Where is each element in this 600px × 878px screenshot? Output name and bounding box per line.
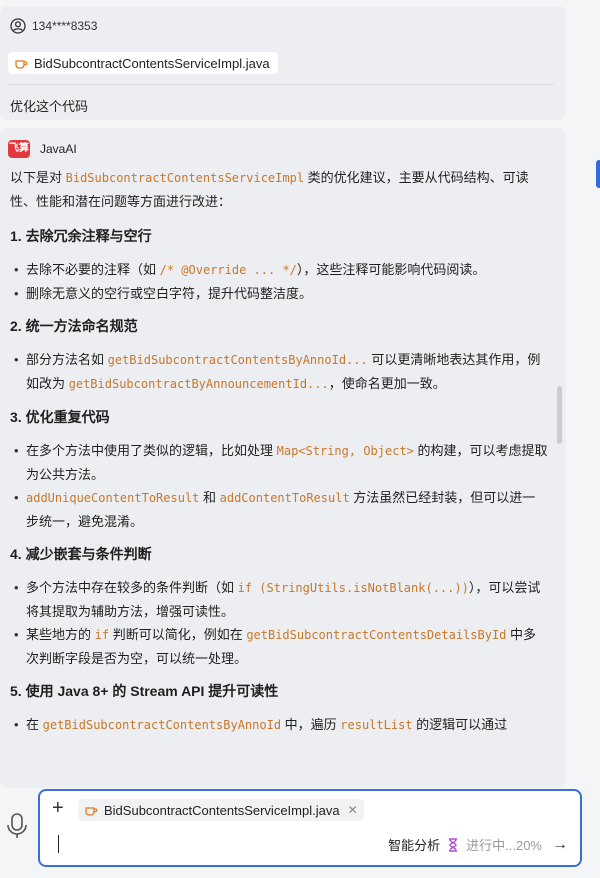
- section-list: 去除不必要的注释（如 /* @Override ... */），这些注释可能影响…: [10, 258, 548, 305]
- hourglass-icon: [449, 837, 458, 852]
- response-sections: 1. 去除冗余注释与空行去除不必要的注释（如 /* @Override ... …: [10, 225, 548, 737]
- item-text: 判断可以简化，例如在: [109, 627, 247, 642]
- microphone-icon[interactable]: [6, 813, 28, 839]
- send-arrow-icon[interactable]: →: [552, 836, 568, 854]
- inline-code: if: [94, 628, 110, 642]
- java-file-icon: [15, 60, 28, 69]
- add-attachment-icon[interactable]: +: [52, 797, 64, 820]
- user-name: 134****8353: [32, 19, 98, 33]
- user-message-card: 134****8353 BidSubcontractContentsServic…: [0, 6, 566, 120]
- section-list: 部分方法名如 getBidSubcontractContentsByAnnoId…: [10, 348, 548, 396]
- inline-code: addUniqueContentToResult: [26, 491, 200, 505]
- list-item: 多个方法中存在较多的条件判断（如 if (StringUtils.isNotBl…: [10, 576, 548, 623]
- progress-status: 进行中...20%: [466, 838, 542, 853]
- list-item: addUniqueContentToResult 和 addContentToR…: [10, 486, 548, 533]
- side-panel-tab[interactable]: [596, 160, 600, 188]
- item-text: 在多个方法中使用了类似的逻辑，比如处理: [26, 443, 277, 458]
- response-scrollbar[interactable]: [557, 386, 562, 444]
- intro-text: 以下是对: [10, 170, 66, 185]
- item-text: 某些地方的: [26, 627, 95, 642]
- chat-input-box[interactable]: + BidSubcontractContentsServiceImpl.java…: [38, 789, 582, 867]
- javaai-logo: 飞算: [8, 140, 30, 158]
- response-intro: 以下是对 BidSubcontractContentsServiceImpl 类…: [10, 166, 548, 213]
- section-title: 3. 优化重复代码: [10, 409, 110, 425]
- divider: [8, 84, 554, 85]
- attached-file-chip[interactable]: BidSubcontractContentsServiceImpl.java ✕: [78, 799, 364, 821]
- user-message-text: 优化这个代码: [10, 99, 89, 114]
- attached-file-name: BidSubcontractContentsServiceImpl.java: [104, 802, 340, 818]
- item-text: 多个方法中存在较多的条件判断（如: [26, 580, 238, 595]
- inline-code: Map<String, Object>: [276, 444, 414, 458]
- item-text: 删除无意义的空行或空白字符，提升代码整洁度。: [26, 286, 313, 301]
- close-icon[interactable]: ✕: [348, 803, 358, 817]
- list-item: 去除不必要的注释（如 /* @Override ... */），这些注释可能影响…: [10, 258, 548, 282]
- section-list: 多个方法中存在较多的条件判断（如 if (StringUtils.isNotBl…: [10, 576, 548, 670]
- item-text: 和: [199, 490, 220, 505]
- assistant-message-card: 飞算 JavaAI 以下是对 BidSubcontractContentsSer…: [0, 128, 566, 788]
- item-text: ，使命名更加一致。: [328, 376, 446, 391]
- inline-code: addContentToResult: [219, 491, 350, 505]
- user-file-chip[interactable]: BidSubcontractContentsServiceImpl.java: [8, 52, 278, 74]
- inline-code: getBidSubcontractContentsByAnnoId...: [107, 353, 368, 367]
- text-caret: [58, 835, 59, 853]
- section-title: 2. 统一方法命名规范: [10, 318, 138, 334]
- inline-code: if (StringUtils.isNotBlank(...)): [237, 581, 469, 595]
- inline-code: getBidSubcontractContentsByAnnoId: [42, 718, 282, 732]
- section-title: 1. 去除冗余注释与空行: [10, 228, 152, 244]
- list-item: 在多个方法中使用了类似的逻辑，比如处理 Map<String, Object> …: [10, 439, 548, 486]
- item-text: 中，遍历: [281, 717, 341, 732]
- section-title: 5. 使用 Java 8+ 的 Stream API 提升可读性: [10, 683, 279, 699]
- list-item: 在 getBidSubcontractContentsByAnnoId 中，遍历…: [10, 713, 548, 737]
- user-avatar-icon: [10, 18, 26, 34]
- intro-code: BidSubcontractContentsServiceImpl: [65, 171, 305, 185]
- item-text: 在: [26, 717, 43, 732]
- assistant-header: 飞算 JavaAI: [8, 140, 77, 158]
- item-text: 的逻辑可以通过: [412, 717, 508, 732]
- assistant-response: 以下是对 BidSubcontractContentsServiceImpl 类…: [10, 166, 548, 745]
- item-text: 部分方法名如: [26, 352, 108, 367]
- smart-analysis-button[interactable]: 智能分析: [388, 835, 440, 854]
- section-list: 在多个方法中使用了类似的逻辑，比如处理 Map<String, Object> …: [10, 439, 548, 533]
- user-info: 134****8353: [10, 18, 97, 34]
- list-item: 删除无意义的空行或空白字符，提升代码整洁度。: [10, 282, 548, 305]
- inline-code: getBidSubcontractContentsDetailsById: [246, 628, 507, 642]
- inline-code: /* @Override ... */: [159, 263, 297, 277]
- section-title: 4. 减少嵌套与条件判断: [10, 546, 152, 562]
- section-list: 在 getBidSubcontractContentsByAnnoId 中，遍历…: [10, 713, 548, 737]
- item-text: ），这些注释可能影响代码阅读。: [296, 262, 486, 277]
- user-file-name: BidSubcontractContentsServiceImpl.java: [34, 55, 270, 71]
- inline-code: getBidSubcontractByAnnouncementId...: [68, 377, 329, 391]
- java-file-icon: [85, 807, 98, 816]
- input-actions: 智能分析 进行中...20% →: [388, 835, 568, 854]
- item-text: 去除不必要的注释（如: [26, 262, 160, 277]
- inline-code: resultList: [340, 718, 413, 732]
- assistant-name: JavaAI: [40, 142, 77, 156]
- list-item: 某些地方的 if 判断可以简化，例如在 getBidSubcontractCon…: [10, 623, 548, 670]
- list-item: 部分方法名如 getBidSubcontractContentsByAnnoId…: [10, 348, 548, 396]
